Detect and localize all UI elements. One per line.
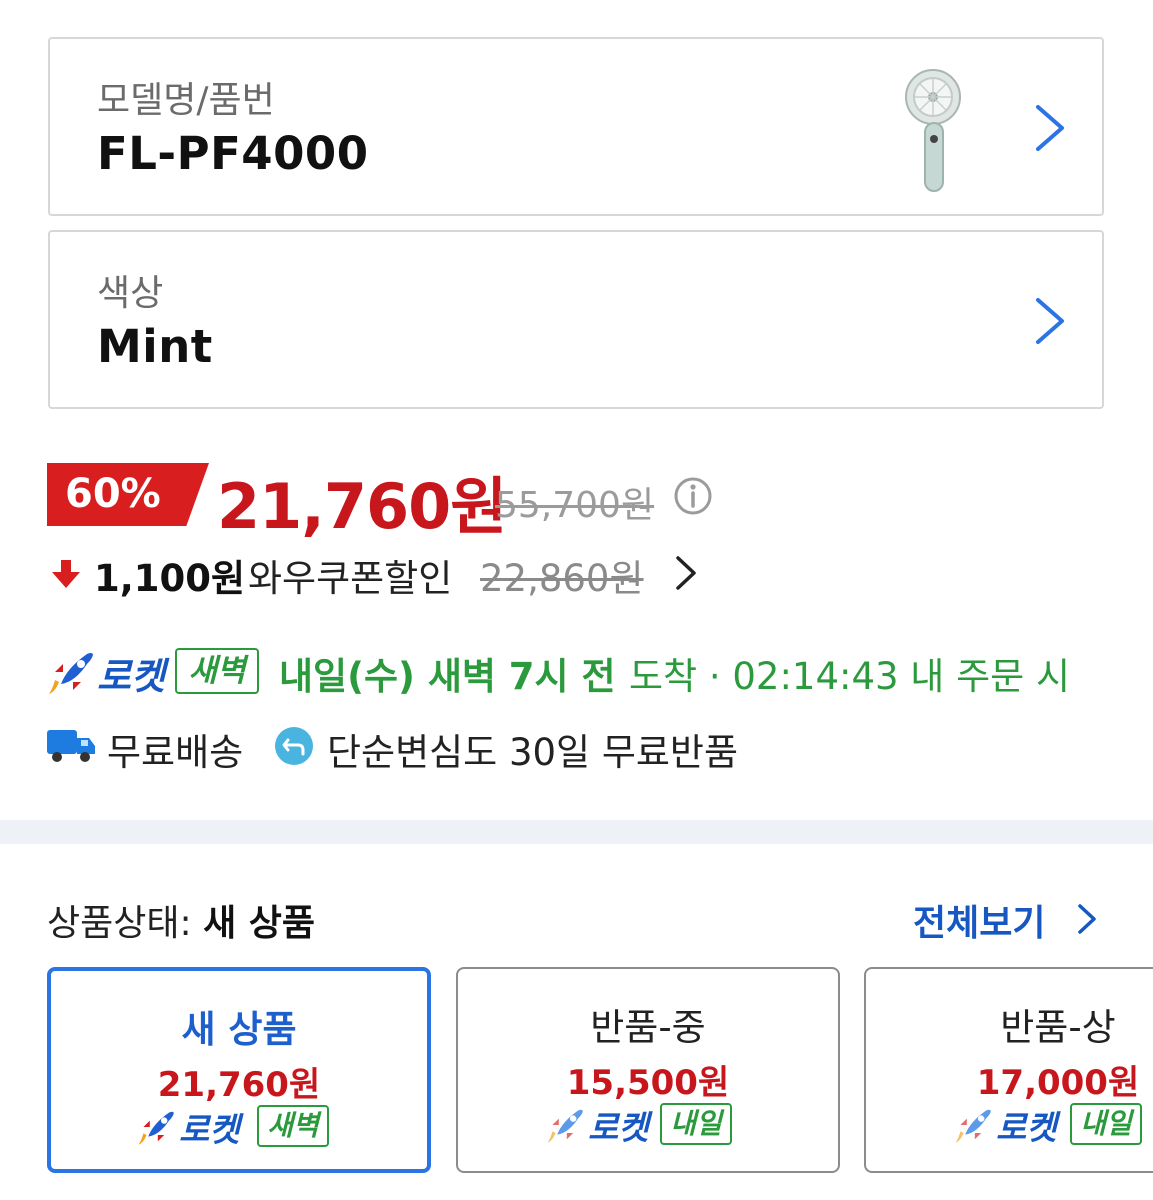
color-option-value: Mint bbox=[97, 320, 213, 373]
delivery-eta: 내일(수) 새벽 7시 전 bbox=[279, 655, 616, 698]
rocket-badge: 로켓 내일 bbox=[458, 1099, 838, 1149]
rocket-label: 로켓 bbox=[996, 1108, 1057, 1147]
rocket-label: 로켓 bbox=[179, 1110, 240, 1149]
truck-icon bbox=[47, 730, 95, 762]
benefits-row: 무료배송 단순변심도 30일 무료반품 bbox=[47, 720, 1047, 774]
rocket-tag: 내일 bbox=[660, 1103, 732, 1145]
rocket-tag: 새벽 bbox=[257, 1105, 329, 1147]
coupon-row[interactable]: 1,100원 와우쿠폰할인 22,860원 bbox=[50, 548, 1050, 600]
down-arrow-icon bbox=[52, 560, 80, 588]
rocket-label: 로켓 bbox=[588, 1108, 649, 1147]
condition-card-return-good[interactable]: 반품-상 17,000원 로켓 내일 bbox=[864, 967, 1153, 1173]
coupon-text: 와우쿠폰할인 bbox=[248, 557, 453, 600]
rocket-icon bbox=[547, 1109, 583, 1143]
info-icon[interactable] bbox=[673, 476, 713, 516]
delivery-eta-detail: 도착 · 02:14:43 내 주문 시 bbox=[629, 655, 1070, 698]
condition-title-value: 새 상품 bbox=[203, 903, 315, 944]
rocket-label: 로켓 bbox=[97, 655, 166, 698]
return-icon bbox=[275, 727, 313, 765]
condition-price: 17,000원 bbox=[976, 1063, 1140, 1103]
condition-name: 반품-중 bbox=[590, 1006, 706, 1049]
rocket-icon bbox=[138, 1111, 174, 1145]
condition-card-new[interactable]: 새 상품 21,760원 로켓 새벽 bbox=[47, 967, 431, 1173]
condition-name: 반품-상 bbox=[1000, 1006, 1116, 1049]
rocket-tag: 내일 bbox=[1070, 1103, 1142, 1145]
condition-card-return-mid[interactable]: 반품-중 15,500원 로켓 내일 bbox=[456, 967, 840, 1173]
condition-price: 21,760원 bbox=[157, 1065, 321, 1105]
rocket-icon bbox=[49, 653, 93, 694]
model-option-value: FL-PF4000 bbox=[97, 127, 369, 180]
chevron-right-icon[interactable] bbox=[1076, 903, 1098, 935]
color-option-selector[interactable]: 색상 Mint bbox=[48, 230, 1104, 409]
model-option-selector[interactable]: 모델명/품번 FL-PF4000 bbox=[48, 37, 1104, 216]
price-row: 60% 21,760원 55,700원 bbox=[47, 462, 1107, 543]
model-option-label: 모델명/품번 bbox=[97, 80, 275, 121]
rocket-icon bbox=[955, 1109, 991, 1143]
chevron-right-icon bbox=[1036, 105, 1064, 151]
chevron-right-icon bbox=[676, 556, 696, 590]
section-divider bbox=[0, 820, 1153, 844]
delivery-row: 로켓 새벽 내일(수) 새벽 7시 전 도착 · 02:14:43 내 주문 시 bbox=[47, 644, 1147, 700]
view-all-link[interactable]: 전체보기 bbox=[913, 894, 1045, 946]
coupon-price: 22,860원 bbox=[480, 557, 644, 600]
product-thumbnail bbox=[905, 69, 961, 192]
condition-price: 15,500원 bbox=[566, 1063, 730, 1103]
free-return-text: 단순변심도 30일 무료반품 bbox=[327, 731, 739, 774]
coupon-amount: 1,100원 bbox=[94, 557, 246, 600]
condition-title: 상품상태: 새 상품 bbox=[47, 894, 315, 946]
rocket-dawn-tag: 새벽 bbox=[175, 648, 259, 694]
color-option-label: 색상 bbox=[97, 273, 164, 314]
rocket-badge: 로켓 새벽 bbox=[51, 1101, 427, 1151]
free-shipping-text: 무료배송 bbox=[107, 731, 244, 774]
condition-name: 새 상품 bbox=[181, 1008, 297, 1051]
sale-price: 21,760원 bbox=[217, 470, 507, 543]
chevron-right-icon bbox=[1036, 298, 1064, 344]
rocket-badge: 로켓 내일 bbox=[866, 1099, 1153, 1149]
original-price: 55,700원 bbox=[495, 485, 655, 526]
discount-badge: 60% bbox=[47, 463, 209, 526]
condition-title-prefix: 상품상태: bbox=[47, 903, 192, 944]
